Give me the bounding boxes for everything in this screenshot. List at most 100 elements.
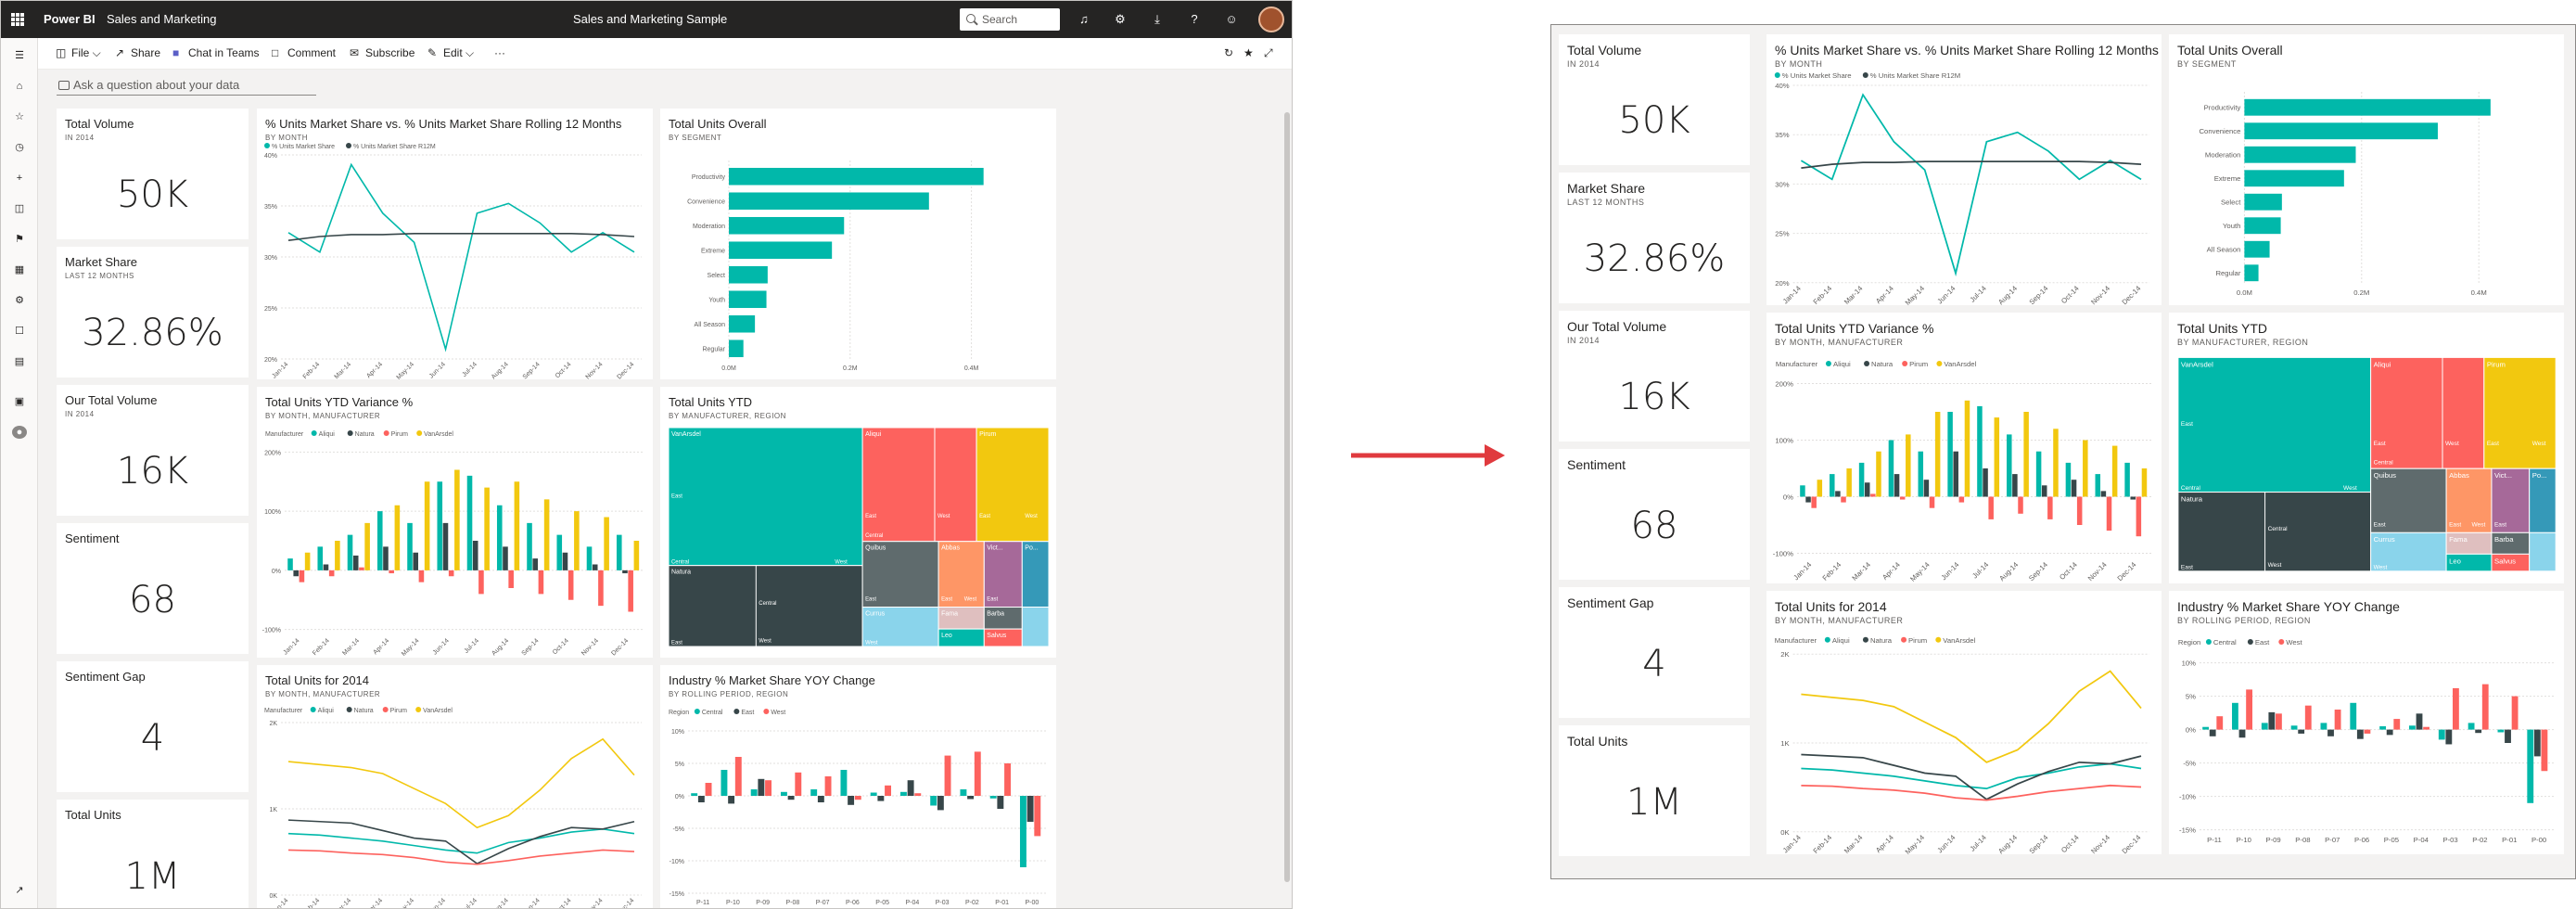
subscribe-button[interactable]: ✉ Subscribe [350, 46, 414, 59]
total-units-overall-tile[interactable]: Total Units Overall BY SEGMENT 0.0M 0.2M 0.4… [2169, 34, 2564, 305]
bar [586, 546, 593, 570]
bar [472, 541, 478, 570]
qna-input[interactable]: Ask a question about your data [57, 75, 316, 96]
bar [442, 522, 449, 570]
notifications-icon[interactable]: ♫ [1075, 10, 1093, 29]
bar [454, 469, 460, 570]
category-label: Regular [2215, 269, 2240, 277]
legend-marker [264, 143, 270, 148]
create-icon[interactable]: + [12, 172, 27, 185]
sentiment-tile[interactable]: Sentiment 68 [57, 523, 249, 654]
x-tick-label: Mar-14 [334, 361, 353, 379]
x-tick-label: Aug-14 [1996, 833, 2019, 854]
app-launcher-icon[interactable] [11, 13, 24, 26]
bar [691, 793, 698, 796]
file-menu[interactable]: ◫ File ⌵ [56, 46, 101, 60]
tile-title: Sentiment [1567, 457, 1626, 472]
total-volume-tile[interactable]: Total Volume IN 2014 50K [1559, 34, 1750, 165]
market-share-line-tile[interactable]: % Units Market Share vs. % Units Market … [1766, 34, 2162, 305]
total-units-ytd-tile[interactable]: Total Units YTD BY MANUFACTURER, REGION Va… [660, 387, 1056, 658]
market-share-tile[interactable]: Market Share LAST 12 MONTHS 32.86% [57, 247, 249, 378]
sentiment-tile[interactable]: Sentiment 68 [1559, 449, 1750, 580]
bar [885, 785, 891, 796]
x-tick-label: Feb-14 [302, 361, 322, 379]
favorite-icon[interactable]: ★ [1243, 46, 1254, 59]
total-units-tile[interactable]: Total Units 1M [1559, 725, 1750, 856]
datasets-icon[interactable]: ◫ [12, 202, 27, 215]
treemap-region: East [865, 514, 876, 519]
expand-icon[interactable]: ↗ [12, 884, 27, 897]
refresh-icon[interactable]: ↻ [1224, 46, 1233, 59]
chart-svg: Manufacturer Aliqui Natura Pirum VanArsdel 0K… [1775, 636, 2149, 854]
learn-icon[interactable]: ☐ [12, 325, 27, 338]
workspace-breadcrumb[interactable]: Sales and Marketing [107, 1, 217, 38]
chevron-down-icon[interactable]: ⌵ [712, 1, 720, 38]
workspace-icon[interactable]: ▣ [12, 395, 27, 408]
market-share-tile[interactable]: Market Share LAST 12 MONTHS 32.86% [1559, 173, 1750, 303]
sentiment-gap-tile[interactable]: Sentiment Gap 4 [1559, 587, 1750, 718]
total-volume-tile[interactable]: Total Volume IN 2014 50K [57, 109, 249, 239]
more-button[interactable]: ··· [494, 46, 505, 59]
smiley-icon[interactable]: ☺ [1222, 10, 1241, 29]
home-icon[interactable]: ⌂ [12, 80, 27, 93]
bar [2505, 729, 2511, 743]
avatar[interactable] [1258, 6, 1284, 32]
menu-icon[interactable]: ☰ [12, 49, 27, 62]
edit-button[interactable]: ✎ Edit ⌵ [427, 46, 474, 60]
legend-item: Pirum [390, 708, 407, 714]
download-icon[interactable]: ⤓ [1148, 10, 1167, 29]
recent-icon[interactable]: ◷ [12, 141, 27, 154]
category-label: Productivity [692, 174, 726, 181]
teams-button[interactable]: ■ Chat in Teams [172, 46, 259, 59]
share-button[interactable]: ↗ Share [115, 46, 160, 59]
mail-icon: ✉ [350, 46, 360, 59]
total-units-tile[interactable]: Total Units 1M [57, 800, 249, 908]
sentiment-gap-tile[interactable]: Sentiment Gap 4 [57, 661, 249, 792]
search-input[interactable]: Search [960, 8, 1060, 31]
ytd-variance-tile[interactable]: Total Units YTD Variance % BY MONTH, MANU… [1766, 313, 2162, 583]
favorites-icon[interactable]: ☆ [12, 110, 27, 123]
bar [376, 511, 383, 570]
profile-icon[interactable]: ● [12, 426, 27, 439]
x-tick-label: Sep-14 [522, 897, 542, 909]
bar [1004, 763, 1011, 796]
bar [1964, 400, 1970, 497]
goals-icon[interactable]: ⚑ [12, 233, 27, 246]
y-tick-label: 0K [269, 893, 277, 900]
bar [997, 796, 1004, 809]
legend-marker [346, 143, 351, 148]
industry-yoy-tile[interactable]: Industry % Market Share YOY Change BY ROL… [2169, 591, 2564, 854]
ytd-variance-tile[interactable]: Total Units YTD Variance % BY MONTH, MANU… [257, 387, 653, 658]
bar [1830, 474, 1835, 497]
total-units-overall-tile[interactable]: Total Units Overall BY SEGMENT 0.0M 0.2M 0.4… [660, 109, 1056, 379]
tile-title: Sentiment Gap [65, 670, 146, 684]
our-total-volume-tile[interactable]: Our Total Volume IN 2014 16K [57, 385, 249, 516]
bar [383, 546, 389, 570]
report-title[interactable]: Sales and Marketing Sample [573, 1, 727, 38]
scrollbar[interactable] [1284, 112, 1290, 882]
x-tick-label: Jul-14 [461, 897, 478, 909]
x-tick-label: Mar-14 [1843, 284, 1865, 305]
fullscreen-icon[interactable]: ⤢ [1264, 46, 1273, 60]
shared-icon[interactable]: ⚙ [12, 294, 27, 307]
x-tick-label: Apr-14 [372, 637, 390, 656]
bar [2012, 474, 2018, 497]
treemap-region: East [2181, 564, 2193, 570]
help-icon[interactable]: ? [1185, 10, 1204, 29]
workspaces-icon[interactable]: ▤ [12, 355, 27, 368]
bar [562, 552, 568, 570]
total-units-2014-tile[interactable]: Total Units for 2014 BY MONTH, MANUFACTUR… [257, 665, 653, 909]
comment-button[interactable]: □ Comment [272, 46, 336, 59]
total-units-ytd-tile[interactable]: Total Units YTD BY MANUFACTURER, REGION Va… [2169, 313, 2564, 583]
industry-yoy-tile[interactable]: Industry % Market Share YOY Change BY ROL… [660, 665, 1056, 908]
apps-icon[interactable]: ▦ [12, 263, 27, 276]
bar [2238, 729, 2246, 738]
treemap-region: West [937, 514, 950, 519]
treemap-label: VanArsdel [671, 431, 701, 438]
market-share-line-tile[interactable]: % Units Market Share vs. % Units Market … [257, 109, 653, 379]
brand-label[interactable]: Power BI [44, 1, 96, 38]
total-units-2014-tile[interactable]: Total Units for 2014 BY MONTH, MANUFACTUR… [1766, 591, 2162, 854]
our-total-volume-tile[interactable]: Our Total Volume IN 2014 16K [1559, 311, 1750, 442]
treemap-region: West [835, 559, 848, 565]
settings-icon[interactable]: ⚙ [1111, 10, 1129, 29]
